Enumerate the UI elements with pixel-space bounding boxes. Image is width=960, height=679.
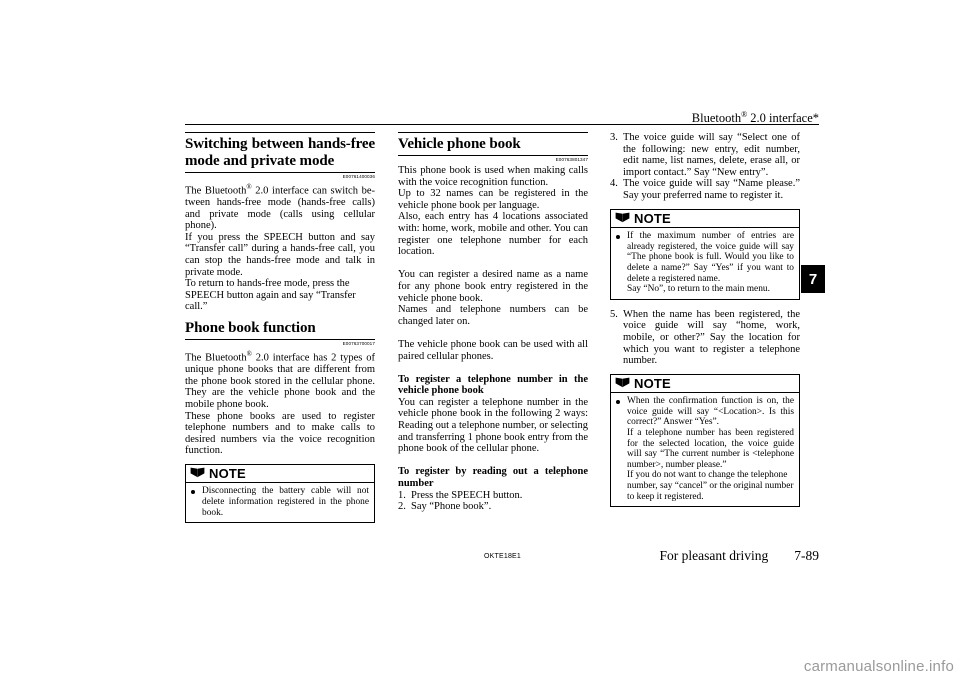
paragraph: If you press the SPEECH button and say “… bbox=[185, 231, 375, 278]
registered-trademark-icon: ® bbox=[246, 350, 252, 359]
paragraph: The Bluetooth® 2.0 interface can switch … bbox=[185, 183, 375, 232]
step-text: When the name has been registered, the v… bbox=[623, 308, 800, 367]
subheading-register-number: To register a telephone number in the ve… bbox=[398, 373, 588, 397]
note-body: If the maximum number of entries are alr… bbox=[611, 228, 799, 299]
note-box: NOTE If the maximum number of entries ar… bbox=[610, 208, 800, 300]
list-item: 3. The voice guide will say “Select one … bbox=[610, 132, 800, 178]
footer-page-number: 7-89 bbox=[794, 548, 819, 563]
paragraph: This phone book is used when making call… bbox=[398, 165, 588, 188]
bullet-icon bbox=[616, 399, 621, 405]
bullet-icon bbox=[191, 489, 196, 495]
footer-document-code: OKTE18E1 bbox=[484, 553, 522, 560]
note-item-text: Say “No”, to return to the main menu. bbox=[627, 284, 770, 295]
header-divider bbox=[185, 124, 819, 125]
bullet-icon bbox=[616, 234, 621, 239]
note-header: NOTE bbox=[186, 465, 374, 484]
note-box: NOTE Disconnecting the battery cable wil… bbox=[185, 463, 375, 524]
chapter-tab: 7 bbox=[801, 265, 825, 293]
note-header: NOTE bbox=[611, 375, 799, 394]
paragraph: These phone books are used to register t… bbox=[185, 410, 375, 457]
step-number: 1. bbox=[398, 489, 406, 501]
paragraph: The Bluetooth® 2.0 interface has 2 types… bbox=[185, 350, 375, 410]
manual-page: Bluetooth® 2.0 interface* 7 Switching be… bbox=[0, 0, 960, 679]
paragraph: Names and telephone numbers can be chang… bbox=[398, 304, 588, 327]
note-item-text: If a telephone number has been registere… bbox=[627, 428, 794, 470]
step-number: 2. bbox=[398, 501, 406, 513]
paragraph: Up to 32 names can be registered in the … bbox=[398, 188, 588, 211]
reference-code: E00761400036 bbox=[342, 174, 375, 179]
note-body: When the confirmation function is on, th… bbox=[611, 393, 799, 506]
column-3: 3. The voice guide will say “Select one … bbox=[610, 132, 800, 508]
column-2: Vehicle phone book E00763801347 This pho… bbox=[398, 132, 588, 513]
note-title: NOTE bbox=[634, 210, 671, 226]
note-box: NOTE When the confirmation function is o… bbox=[610, 373, 800, 508]
registered-trademark-icon: ® bbox=[246, 183, 252, 191]
note-title: NOTE bbox=[209, 466, 246, 482]
note-item: When the confirmation function is on, th… bbox=[616, 396, 794, 502]
section-top-rule bbox=[185, 132, 375, 133]
list-item: 2. Say “Phone book”. bbox=[398, 501, 588, 513]
note-item-text: Disconnecting the battery cable will not… bbox=[202, 486, 369, 518]
open-book-icon bbox=[190, 467, 205, 482]
step-text: The voice guide will say “Select one of … bbox=[623, 132, 800, 178]
note-title: NOTE bbox=[634, 375, 671, 391]
paragraph: You can register a telephone number in t… bbox=[398, 396, 588, 455]
step-number: 5. bbox=[610, 308, 618, 320]
note-body: Disconnecting the battery cable will not… bbox=[186, 483, 374, 522]
step-text: The voice guide will say “Name please.” … bbox=[623, 178, 800, 201]
note-item-text: If the maximum number of entries are alr… bbox=[627, 231, 794, 284]
subheading-register-by-reading: To register by reading out a telephone n… bbox=[398, 466, 588, 490]
list-item: 5. When the name has been registered, th… bbox=[610, 309, 800, 367]
footer-section-label: For pleasant driving bbox=[659, 548, 769, 563]
note-item: Disconnecting the battery cable will not… bbox=[191, 486, 369, 518]
section-top-rule bbox=[398, 132, 588, 133]
open-book-icon bbox=[615, 377, 630, 392]
step-text: Press the SPEECH button. bbox=[411, 489, 523, 501]
note-item: If the maximum number of entries are alr… bbox=[616, 231, 794, 295]
paragraph: You can register a desired name as a nam… bbox=[398, 269, 588, 304]
steps-list: 3. The voice guide will say “Select one … bbox=[610, 132, 800, 202]
section-heading-vehicle-phone-book: Vehicle phone book bbox=[398, 136, 588, 156]
chapter-tab-number: 7 bbox=[808, 270, 818, 288]
reference-code: E00763700017 bbox=[342, 341, 375, 347]
note-item-text: If you do not want to change the telepho… bbox=[627, 470, 794, 502]
list-item: 4. The voice guide will say “Name please… bbox=[610, 178, 800, 201]
list-item: 1. Press the SPEECH button. bbox=[398, 490, 588, 502]
section-heading-switching-modes: Switching between hands-free mode and pr… bbox=[185, 136, 375, 173]
column-1: Switching between hands-free mode and pr… bbox=[185, 132, 375, 524]
running-header: Bluetooth® 2.0 interface* bbox=[185, 108, 819, 125]
watermark: carmanualsonline.info bbox=[803, 658, 954, 675]
paragraph: To return to hands-free mode, press the … bbox=[185, 278, 356, 313]
note-item-text: When the confirmation function is on, th… bbox=[627, 396, 794, 428]
paragraph: Also, each entry has 4 locations associa… bbox=[398, 211, 588, 258]
paragraph: The vehicle phone book can be used with … bbox=[398, 338, 588, 362]
steps-list: 5. When the name has been registered, th… bbox=[610, 309, 800, 367]
note-header: NOTE bbox=[611, 210, 799, 229]
step-text: Say “Phone book”. bbox=[411, 501, 492, 513]
step-number: 3. bbox=[610, 132, 618, 143]
open-book-icon bbox=[615, 212, 630, 227]
step-number: 4. bbox=[610, 178, 618, 190]
reference-code: E00763801347 bbox=[555, 157, 588, 162]
section-heading-phone-book-function: Phone book function bbox=[185, 320, 375, 341]
footer: For pleasant driving 7-89 bbox=[560, 548, 819, 564]
steps-list: 1. Press the SPEECH button. 2. Say “Phon… bbox=[398, 490, 588, 513]
